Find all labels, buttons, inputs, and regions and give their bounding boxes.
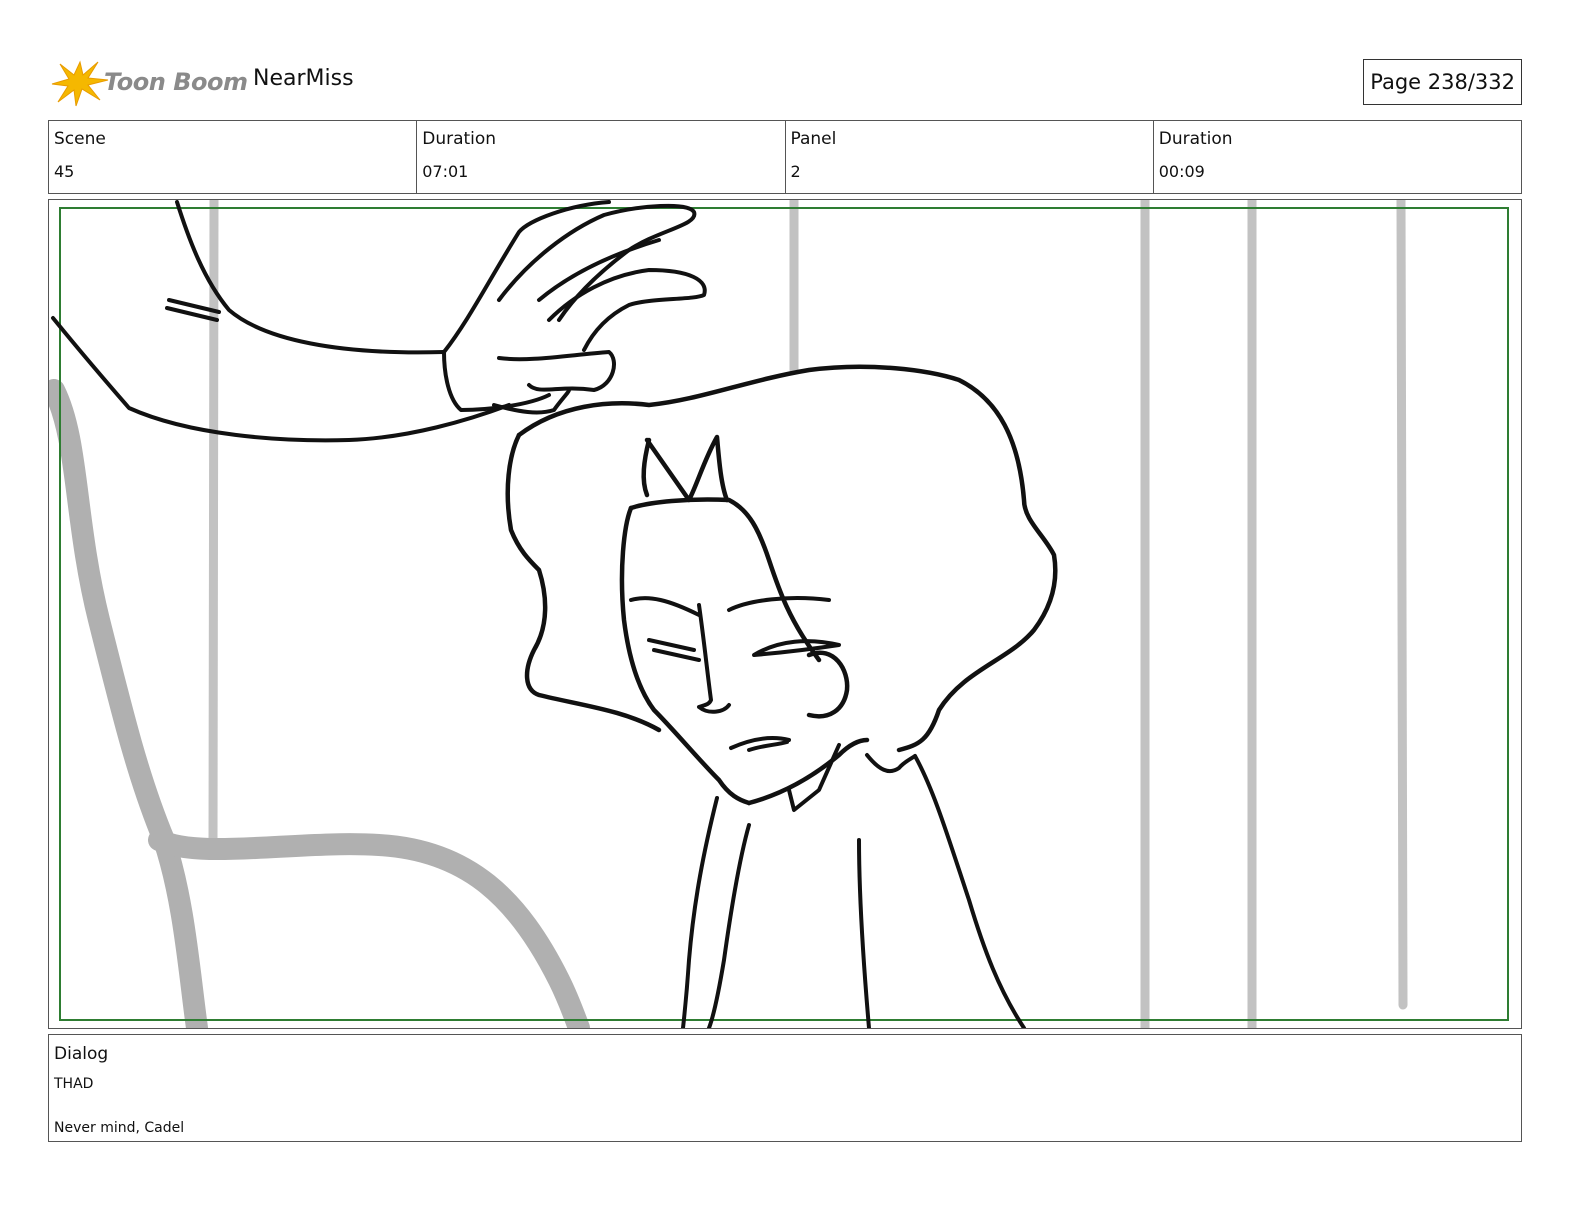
page-header: Toon Boom NearMiss Page 238/332 [48, 52, 1522, 112]
panel-cell: Panel 2 [786, 121, 1154, 193]
panel-value: 2 [790, 162, 801, 181]
storyboard-panel [48, 199, 1522, 1029]
background-bar [1396, 200, 1408, 1010]
logo-text: Toon Boom [104, 68, 248, 96]
dialog-box: Dialog THAD Never mind, Cadel [48, 1034, 1522, 1142]
dialog-character: THAD [54, 1076, 94, 1092]
dialog-line: Never mind, Cadel [54, 1120, 185, 1136]
scene-label: Scene [54, 129, 106, 149]
panel-duration-label: Duration [1158, 129, 1233, 149]
toon-boom-logo: Toon Boom [48, 56, 248, 108]
scene-cell: Scene 45 [49, 121, 418, 193]
panel-duration-value: 00:09 [1158, 162, 1205, 181]
panel-label: Panel [790, 129, 837, 149]
scene-info-row: Scene 45 Duration 07:01 Panel 2 Duration… [48, 120, 1522, 194]
scene-duration-label: Duration [422, 129, 497, 149]
panel-duration-cell: Duration 00:09 [1154, 121, 1521, 193]
star-burst-icon [51, 60, 109, 107]
chair-arm [148, 829, 590, 1028]
safe-frame [59, 207, 1509, 1021]
background-bar [208, 200, 219, 855]
page-number: Page 238/332 [1363, 59, 1522, 105]
project-name: NearMiss [253, 66, 354, 91]
scene-duration-value: 07:01 [422, 162, 469, 181]
scene-value: 45 [54, 162, 75, 181]
chair-back [49, 379, 208, 1028]
scene-duration-cell: Duration 07:01 [417, 121, 786, 193]
panel-sketch [49, 200, 1509, 1028]
dialog-label: Dialog [54, 1044, 109, 1064]
